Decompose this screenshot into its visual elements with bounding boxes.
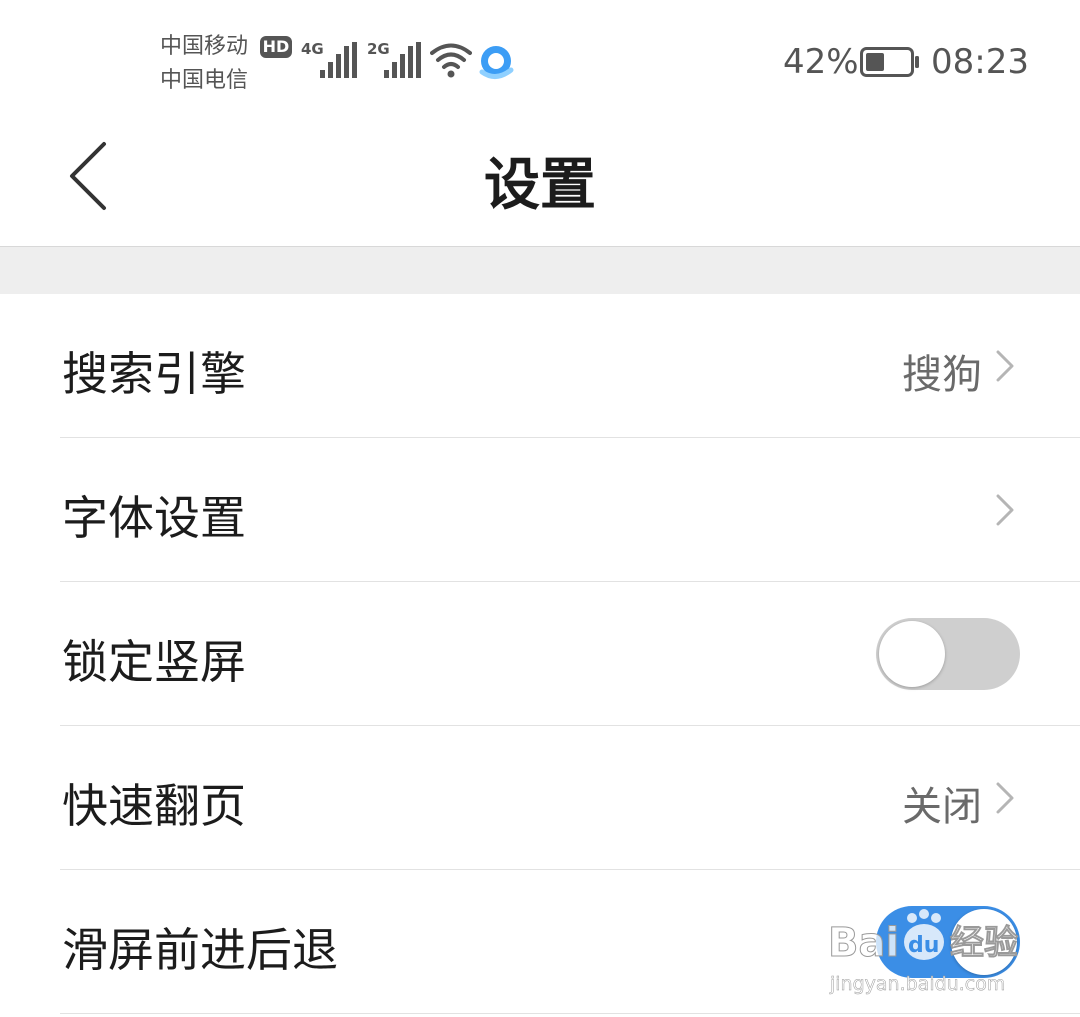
carrier-2-label: 中国电信 xyxy=(160,68,249,93)
toggle-knob xyxy=(879,621,945,687)
swipe-navigation-toggle[interactable] xyxy=(876,906,1020,978)
chevron-right-icon xyxy=(996,494,1014,526)
setting-swipe-navigation: 滑屏前进后退 xyxy=(0,870,1080,1014)
toggle-knob xyxy=(951,909,1017,975)
setting-search-engine[interactable]: 搜索引擎 搜狗 xyxy=(0,294,1080,438)
carrier-1-label: 中国移动 xyxy=(160,34,249,59)
battery-percent: 42% xyxy=(783,42,859,82)
setting-label: 锁定竖屏 xyxy=(62,635,246,689)
carrier-info: 中国移动 中国电信 xyxy=(160,30,260,98)
setting-font[interactable]: 字体设置 xyxy=(0,438,1080,582)
signal-strength-icon xyxy=(320,42,357,78)
setting-lock-portrait: 锁定竖屏 xyxy=(0,582,1080,726)
clock: 08:23 xyxy=(931,42,1029,82)
status-bar: 中国移动 中国电信 HD 4G 2G 42% 08:23 xyxy=(0,0,1080,110)
hd-badge: HD xyxy=(260,36,292,58)
signal-strength-icon xyxy=(384,42,421,78)
header: 设置 xyxy=(0,110,1080,246)
section-gap xyxy=(0,246,1080,294)
browser-app-icon xyxy=(479,46,514,79)
setting-label: 搜索引擎 xyxy=(62,347,246,401)
wifi-icon xyxy=(430,43,472,78)
chevron-right-icon xyxy=(996,782,1014,814)
battery-icon xyxy=(860,47,919,77)
setting-value: 搜狗 xyxy=(902,352,982,398)
setting-label: 快速翻页 xyxy=(62,779,246,833)
lock-portrait-toggle[interactable] xyxy=(876,618,1020,690)
setting-label: 滑屏前进后退 xyxy=(62,923,338,977)
page-title: 设置 xyxy=(484,153,596,218)
chevron-right-icon xyxy=(996,350,1014,382)
setting-quick-page-turn[interactable]: 快速翻页 关闭 xyxy=(0,726,1080,870)
setting-value: 关闭 xyxy=(902,784,982,830)
setting-label: 字体设置 xyxy=(62,491,246,545)
divider xyxy=(60,1013,1080,1014)
settings-list: 搜索引擎 搜狗 字体设置 锁定竖屏 快速翻页 关闭 滑屏前进后退 xyxy=(0,294,1080,1014)
